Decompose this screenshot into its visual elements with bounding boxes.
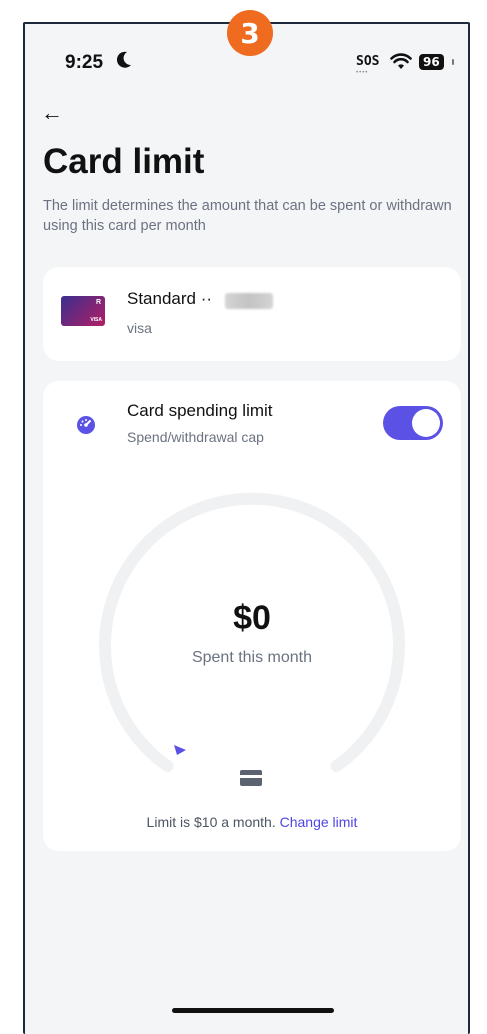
card-thumb-logo: R: [95, 299, 101, 306]
card-summary[interactable]: R VISA Standard ·· visa: [43, 267, 461, 361]
limit-subtitle: Spend/withdrawal cap: [127, 429, 264, 445]
signal-dots: ••••: [356, 70, 369, 76]
battery-tip: [452, 59, 454, 65]
battery-icon: 96: [419, 54, 444, 70]
wifi-icon: [390, 53, 412, 69]
spent-caption: Spent this month: [191, 649, 313, 666]
toggle-knob: [412, 409, 440, 437]
limit-footer: Limit is $10 a month. Change limit: [43, 814, 461, 830]
card-network: visa: [127, 320, 152, 336]
phone-screen: 9:25 SOS •••• 96 ← Card limit The limit …: [23, 22, 470, 1034]
limit-footer-text: Limit is $10 a month.: [146, 814, 276, 830]
page-subtitle: The limit determines the amount that can…: [43, 198, 452, 234]
limit-toggle[interactable]: [383, 406, 443, 440]
speedometer-icon: [77, 416, 95, 434]
card-thumb-visa: VISA: [90, 317, 102, 323]
status-time: 9:25: [65, 52, 104, 73]
limit-title: Card spending limit: [127, 401, 273, 420]
spent-amount: $0: [233, 599, 271, 637]
card-thumbnail: R VISA: [61, 296, 105, 326]
home-indicator[interactable]: [172, 1008, 334, 1013]
gauge-pointer: [174, 745, 186, 755]
card-name: Standard ··: [127, 289, 213, 308]
card-icon: [240, 770, 262, 786]
page-title: Card limit: [43, 142, 205, 181]
change-limit-link[interactable]: Change limit: [280, 814, 358, 830]
back-arrow-icon[interactable]: ←: [41, 100, 63, 126]
step-number-badge: 3: [227, 10, 273, 56]
spending-limit-panel: Card spending limit Spend/withdrawal cap…: [43, 381, 461, 851]
moon-icon: [116, 51, 131, 68]
card-number-mask: [225, 293, 273, 309]
sos-indicator: SOS: [356, 54, 380, 69]
